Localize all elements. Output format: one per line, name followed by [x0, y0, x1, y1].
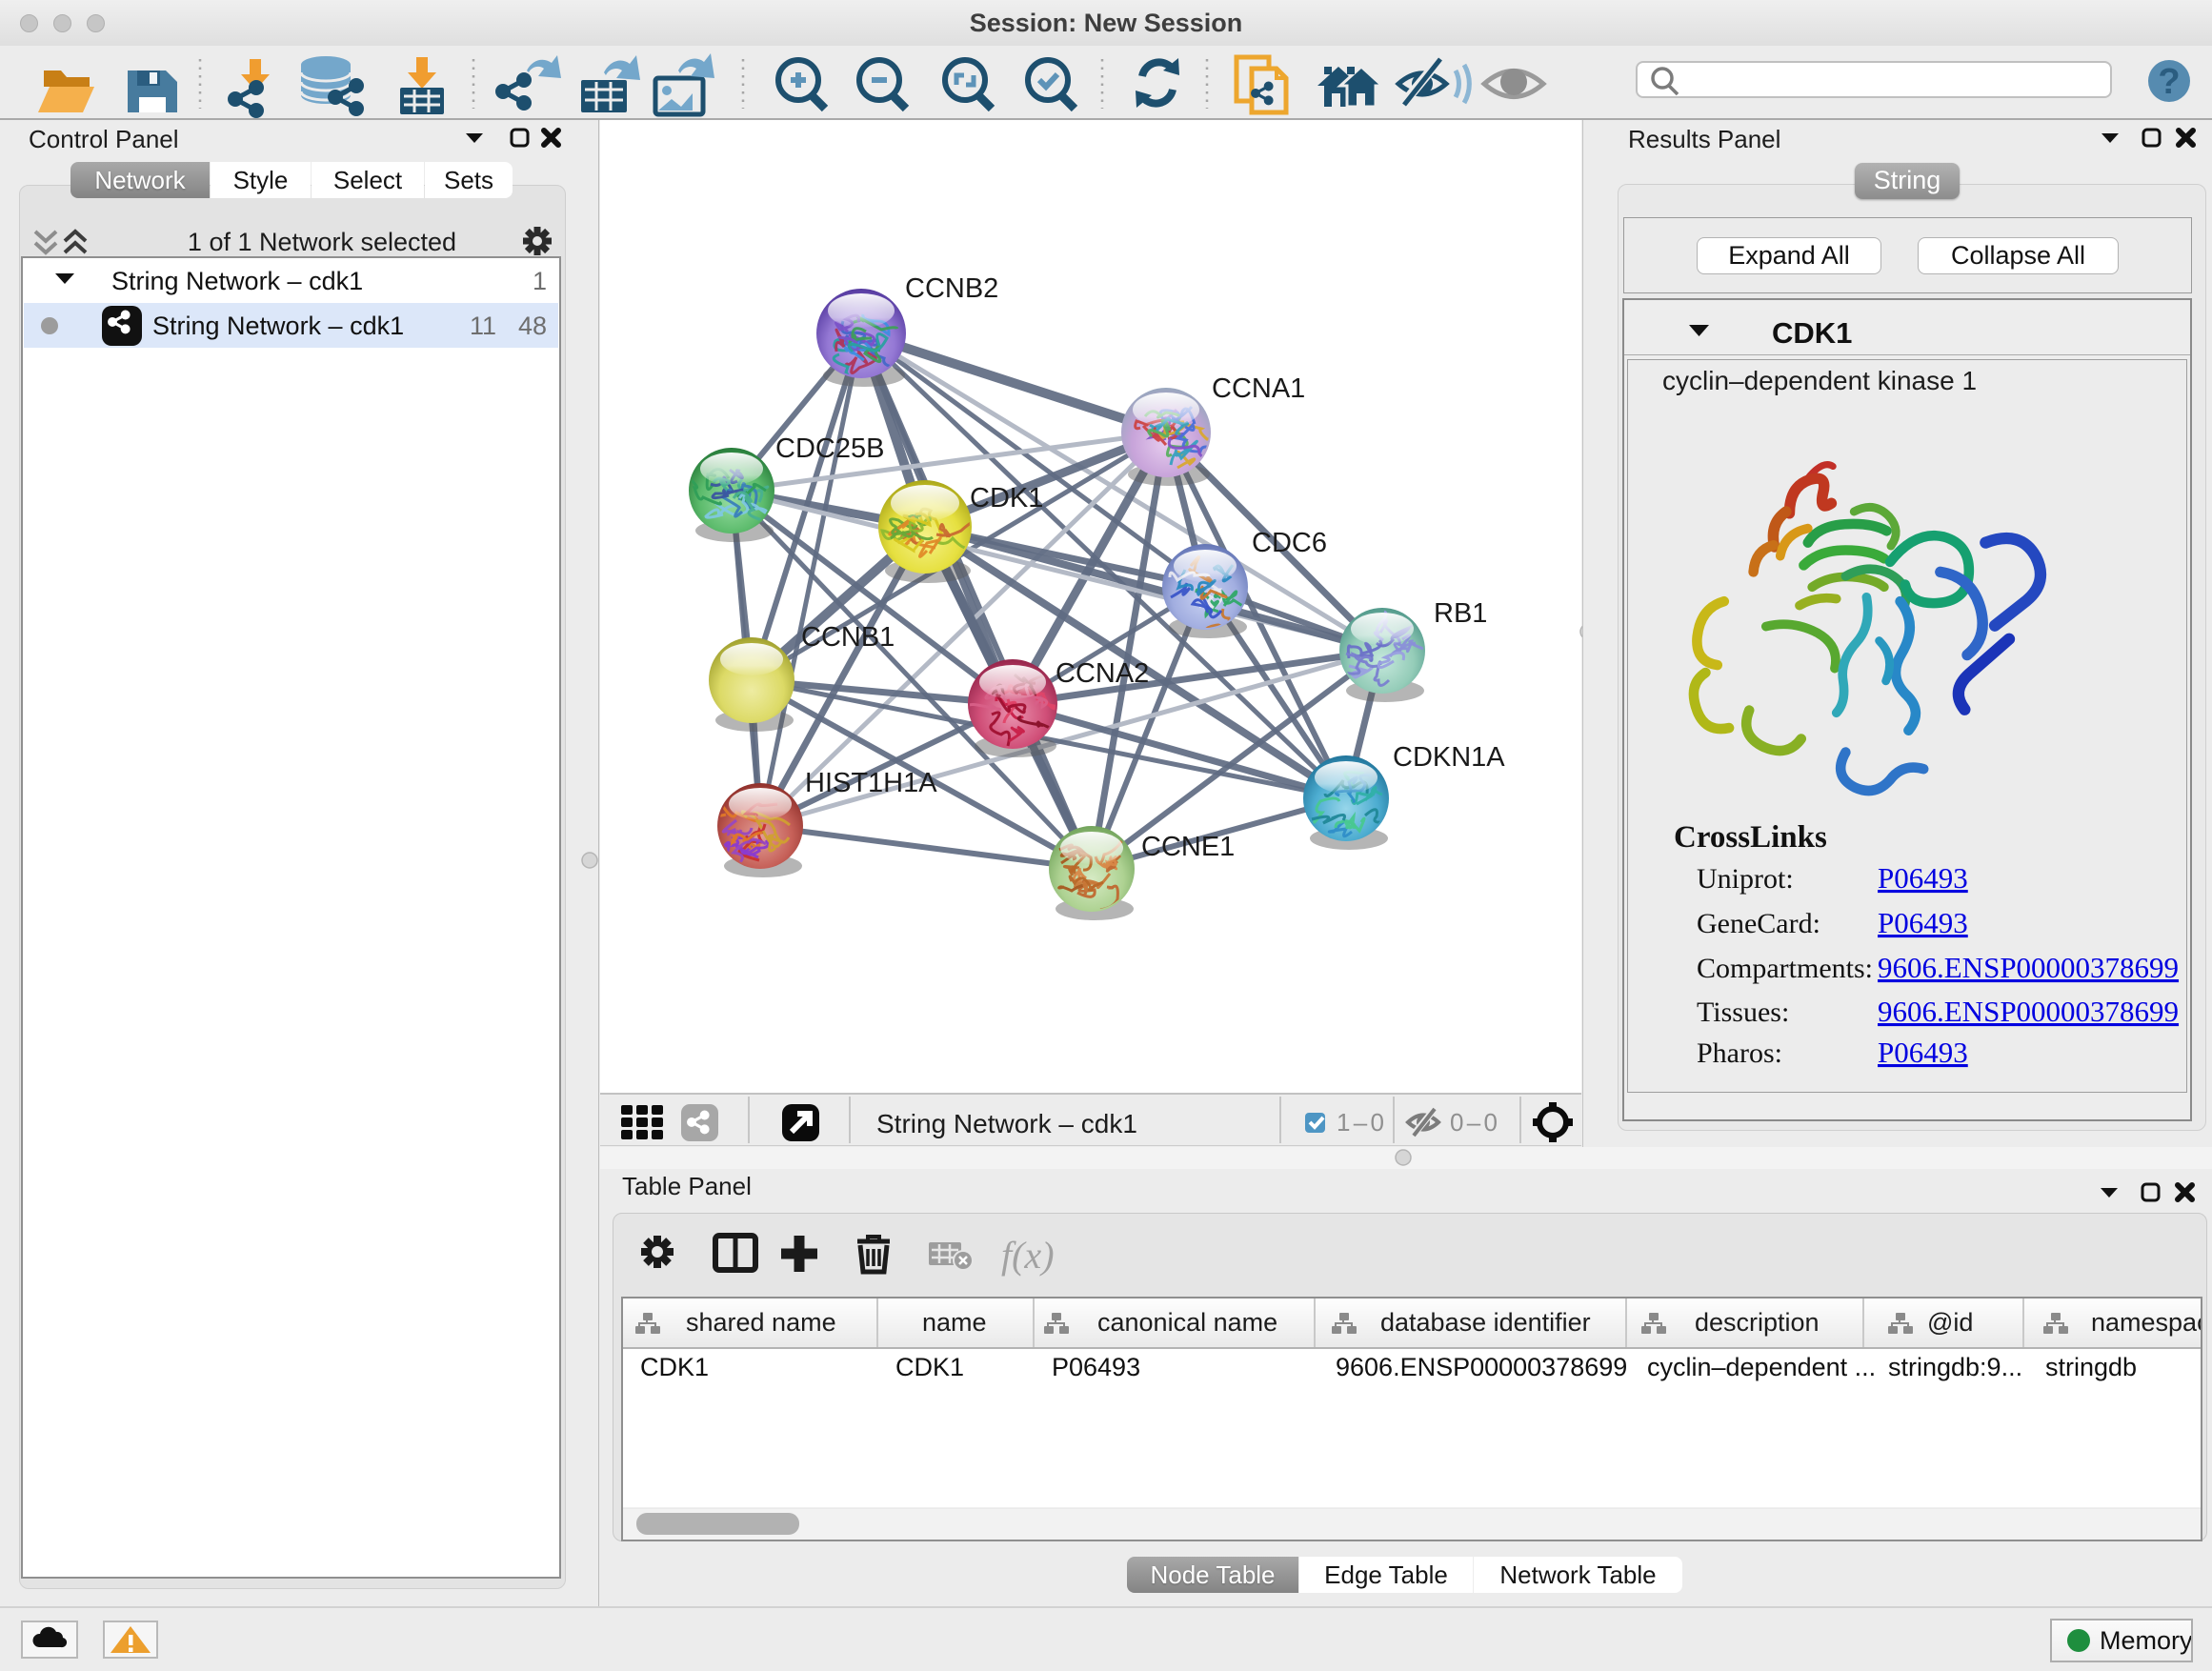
- svg-text:CCNE1: CCNE1: [1141, 832, 1235, 862]
- svg-text:9606.ENSP00000378699: 9606.ENSP00000378699: [1878, 995, 2179, 1028]
- svg-text:f(x): f(x): [1001, 1234, 1055, 1277]
- svg-text:@id: @id: [1927, 1308, 1973, 1337]
- svg-text:Tissues:: Tissues:: [1697, 997, 1789, 1028]
- svg-text:1 of 1 Network selected: 1 of 1 Network selected: [188, 228, 456, 256]
- svg-text:String Network – cdk1: String Network – cdk1: [152, 312, 404, 340]
- svg-text:0 – 0: 0 – 0: [1450, 1108, 1498, 1137]
- svg-text:stringdb: stringdb: [2045, 1353, 2137, 1381]
- svg-text:CDKN1A: CDKN1A: [1393, 742, 1505, 773]
- svg-text:1 – 0: 1 – 0: [1337, 1108, 1384, 1137]
- svg-text:stringdb:9...: stringdb:9...: [1888, 1353, 2022, 1381]
- svg-text:?: ?: [2158, 62, 2180, 102]
- svg-text:11: 11: [470, 312, 496, 340]
- svg-text:Pharos:: Pharos:: [1697, 1037, 1782, 1069]
- svg-text:shared name: shared name: [686, 1308, 836, 1337]
- svg-text:CCNB2: CCNB2: [905, 273, 998, 304]
- svg-text:database identifier: database identifier: [1380, 1308, 1591, 1337]
- svg-text:Compartments:: Compartments:: [1697, 953, 1873, 984]
- svg-text:CDK1: CDK1: [895, 1353, 964, 1381]
- svg-text:CCNA2: CCNA2: [1056, 658, 1149, 689]
- svg-text:Uniprot:: Uniprot:: [1697, 863, 1794, 895]
- svg-text:GeneCard:: GeneCard:: [1697, 908, 1820, 939]
- svg-text:CrossLinks: CrossLinks: [1674, 820, 1827, 855]
- svg-text:P06493: P06493: [1878, 906, 1968, 939]
- svg-text:P06493: P06493: [1052, 1353, 1140, 1381]
- svg-text:P06493: P06493: [1878, 1036, 1968, 1069]
- svg-text:1: 1: [533, 267, 547, 295]
- svg-text:HIST1H1A: HIST1H1A: [805, 768, 937, 798]
- svg-text:48: 48: [518, 312, 547, 340]
- svg-text:description: description: [1695, 1308, 1820, 1337]
- svg-text:CCNB1: CCNB1: [801, 622, 895, 653]
- svg-text:cyclin–dependent ...: cyclin–dependent ...: [1647, 1353, 1876, 1381]
- svg-text:Memory: Memory: [2100, 1626, 2191, 1655]
- svg-text:CDC6: CDC6: [1252, 528, 1327, 558]
- svg-text:namespac: namespac: [2091, 1308, 2201, 1337]
- svg-text:name: name: [922, 1308, 987, 1337]
- svg-text:CCNA1: CCNA1: [1212, 373, 1305, 404]
- svg-text:CDK1: CDK1: [970, 483, 1043, 513]
- svg-text:P06493: P06493: [1878, 861, 1968, 895]
- svg-text:RB1: RB1: [1434, 598, 1487, 629]
- svg-text:CDK1: CDK1: [640, 1353, 709, 1381]
- svg-text:canonical name: canonical name: [1097, 1308, 1277, 1337]
- svg-text:9606.ENSP00000378699: 9606.ENSP00000378699: [1336, 1353, 1627, 1381]
- svg-text:CDC25B: CDC25B: [775, 433, 884, 464]
- svg-text:String Network – cdk1: String Network – cdk1: [876, 1109, 1137, 1138]
- svg-text:CDK1: CDK1: [1772, 316, 1852, 350]
- svg-text:String Network – cdk1: String Network – cdk1: [111, 267, 363, 295]
- svg-text:9606.ENSP00000378699: 9606.ENSP00000378699: [1878, 951, 2179, 984]
